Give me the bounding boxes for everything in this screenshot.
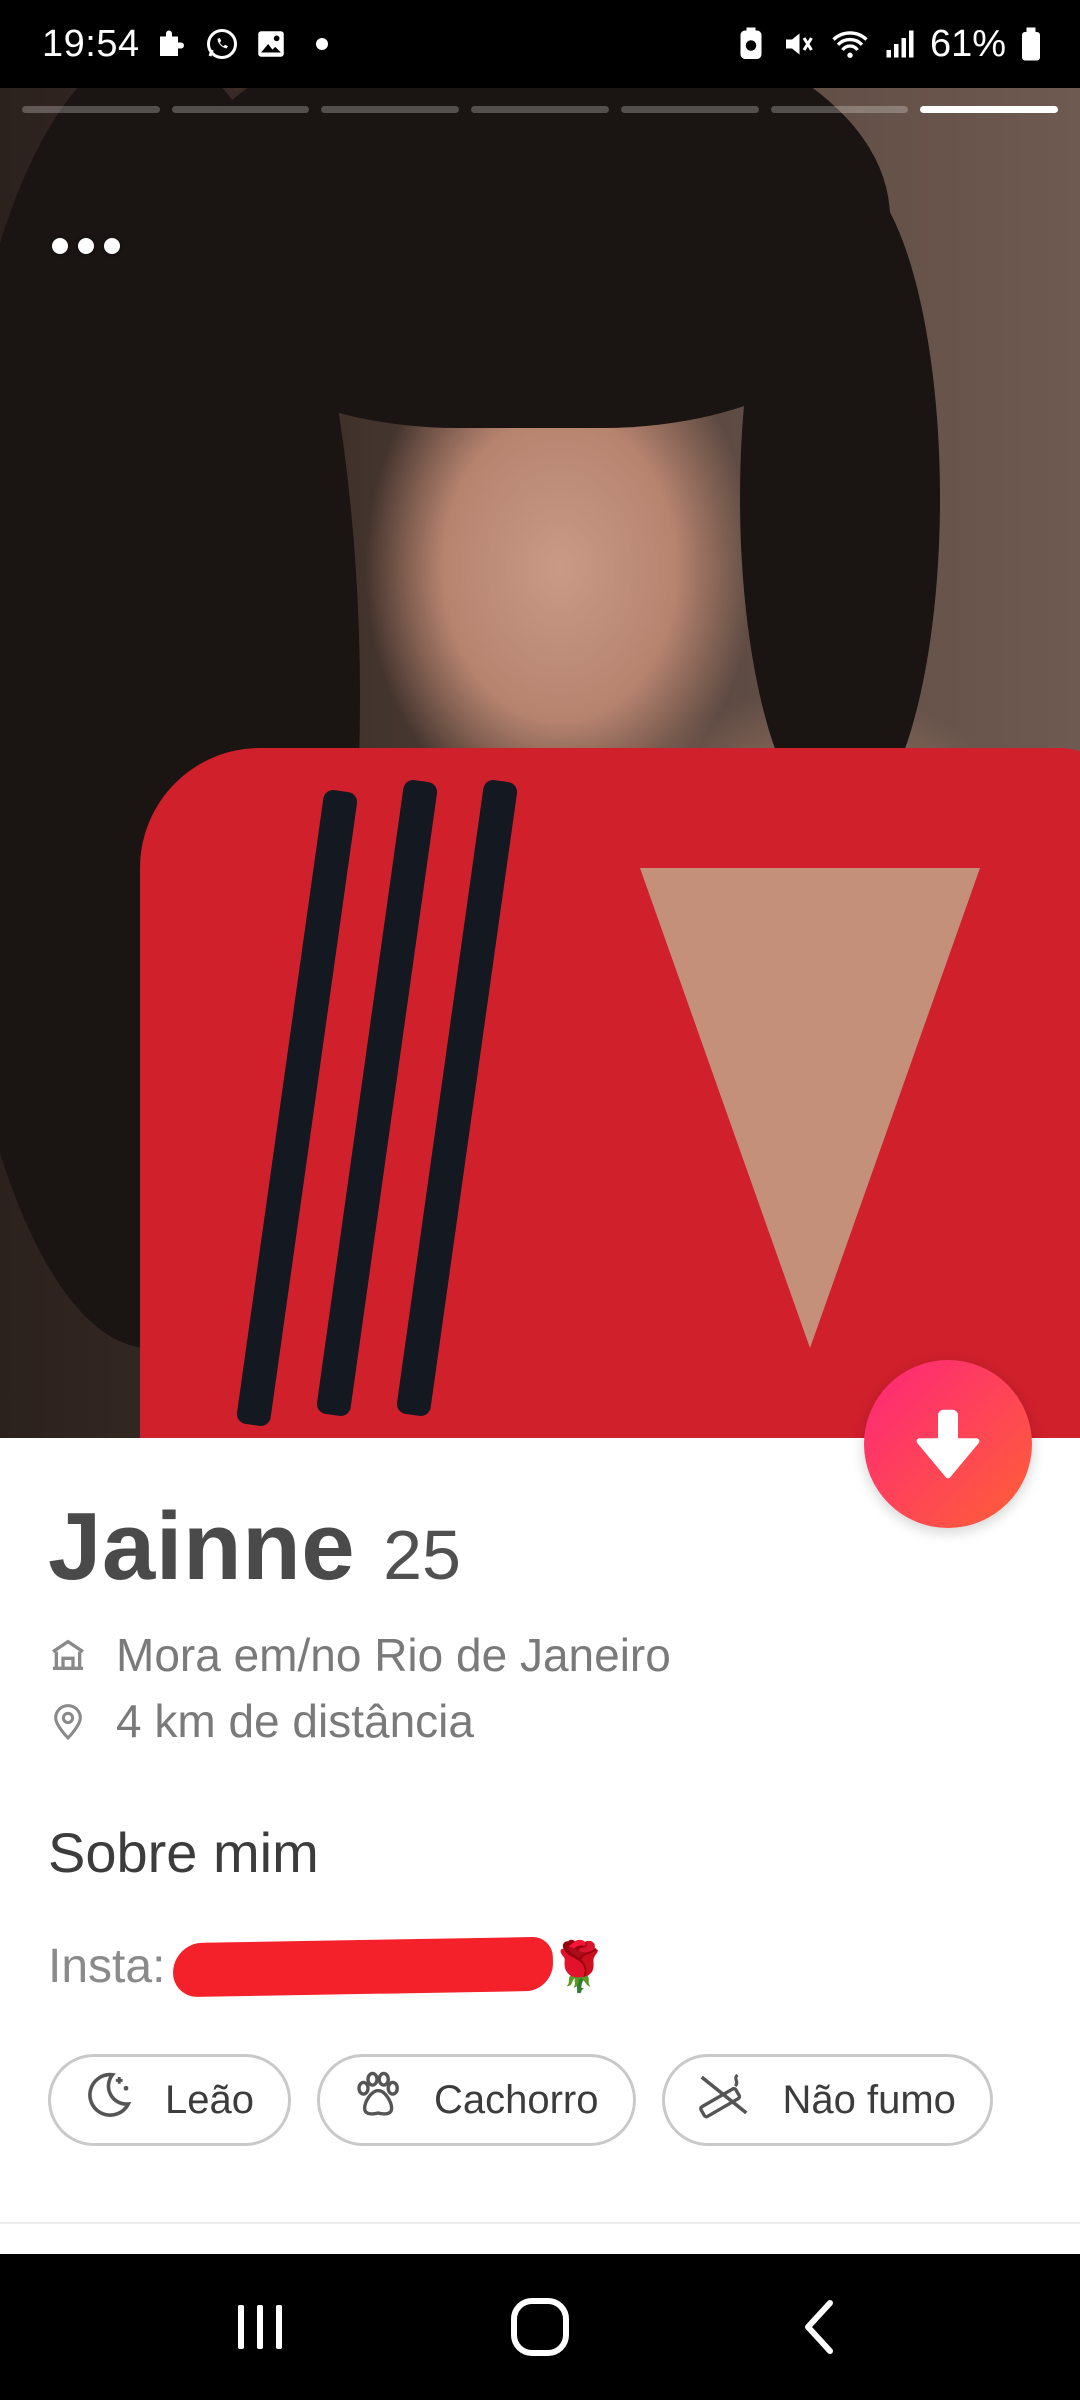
profile-screen: 19:54 61% Jainne 25 Mora em/no Rio de Ja… [0,0,1080,2400]
recents-button[interactable] [200,2277,320,2377]
about-title: Sobre mim [48,1821,319,1884]
chip-label: Leão [165,2077,254,2122]
name-row: Jainne 25 [48,1492,461,1602]
battery-saver-icon [736,26,766,62]
battery-percent: 61% [929,22,1006,65]
home-button[interactable] [480,2277,600,2377]
back-icon [805,2300,833,2354]
section-divider [0,2222,1080,2224]
chip-label: Não fumo [782,2077,956,2122]
insta-row: Insta: 🌹 [48,1936,610,1997]
moon-icon [81,2068,135,2132]
pager-segment[interactable] [770,106,909,113]
interest-chips: Leão Cachorro Não fumo [48,2054,993,2146]
redacted-handle [172,1936,554,1997]
whatsapp-icon [204,26,240,62]
pager-segment[interactable] [22,106,160,113]
chip-pets: Cachorro [316,2054,636,2146]
pager-segment[interactable] [620,106,759,113]
photo-pager [22,106,1059,113]
dot-icon [315,38,328,50]
photo-hair-right [740,168,940,828]
lives-in-text: Mora em/no Rio de Janeiro [116,1629,671,1681]
gallery-icon [254,27,288,61]
pager-segment[interactable] [171,106,310,113]
pager-segment[interactable] [321,106,460,113]
puzzle-icon [154,26,190,62]
wifi-icon [830,26,870,62]
mute-icon [780,26,816,62]
distance-row: 4 km de distância [48,1694,474,1748]
profile-age: 25 [383,1516,461,1594]
insta-label: Insta: [48,1940,166,1993]
chip-smoking: Não fumo [661,2054,993,2146]
home-nav-icon [511,2298,569,2356]
arrow-down-icon [916,1409,980,1479]
photo-neckline [640,868,980,1348]
more-options-icon[interactable] [52,238,120,254]
status-bar: 19:54 61% [0,0,1080,88]
rose-emoji: 🌹 [549,1941,610,1994]
no-smoking-icon [695,2068,753,2132]
distance-text: 4 km de distância [116,1695,474,1747]
recents-icon [238,2305,282,2349]
system-nav-bar [0,2254,1080,2400]
status-time: 19:54 [42,22,140,65]
profile-photo[interactable] [0,88,1080,1438]
pager-segment-active[interactable] [920,106,1059,113]
back-button[interactable] [760,2277,880,2377]
lives-in-row: Mora em/no Rio de Janeiro [48,1628,671,1682]
chip-label: Cachorro [433,2077,599,2122]
chip-zodiac: Leão [48,2054,291,2146]
paw-icon [350,2068,404,2132]
pager-segment[interactable] [471,106,609,113]
battery-icon [1020,26,1042,62]
profile-name: Jainne [48,1493,356,1600]
signal-icon [884,26,916,62]
home-icon [48,1635,88,1675]
collapse-profile-button[interactable] [864,1360,1032,1528]
location-pin-icon [48,1701,88,1741]
